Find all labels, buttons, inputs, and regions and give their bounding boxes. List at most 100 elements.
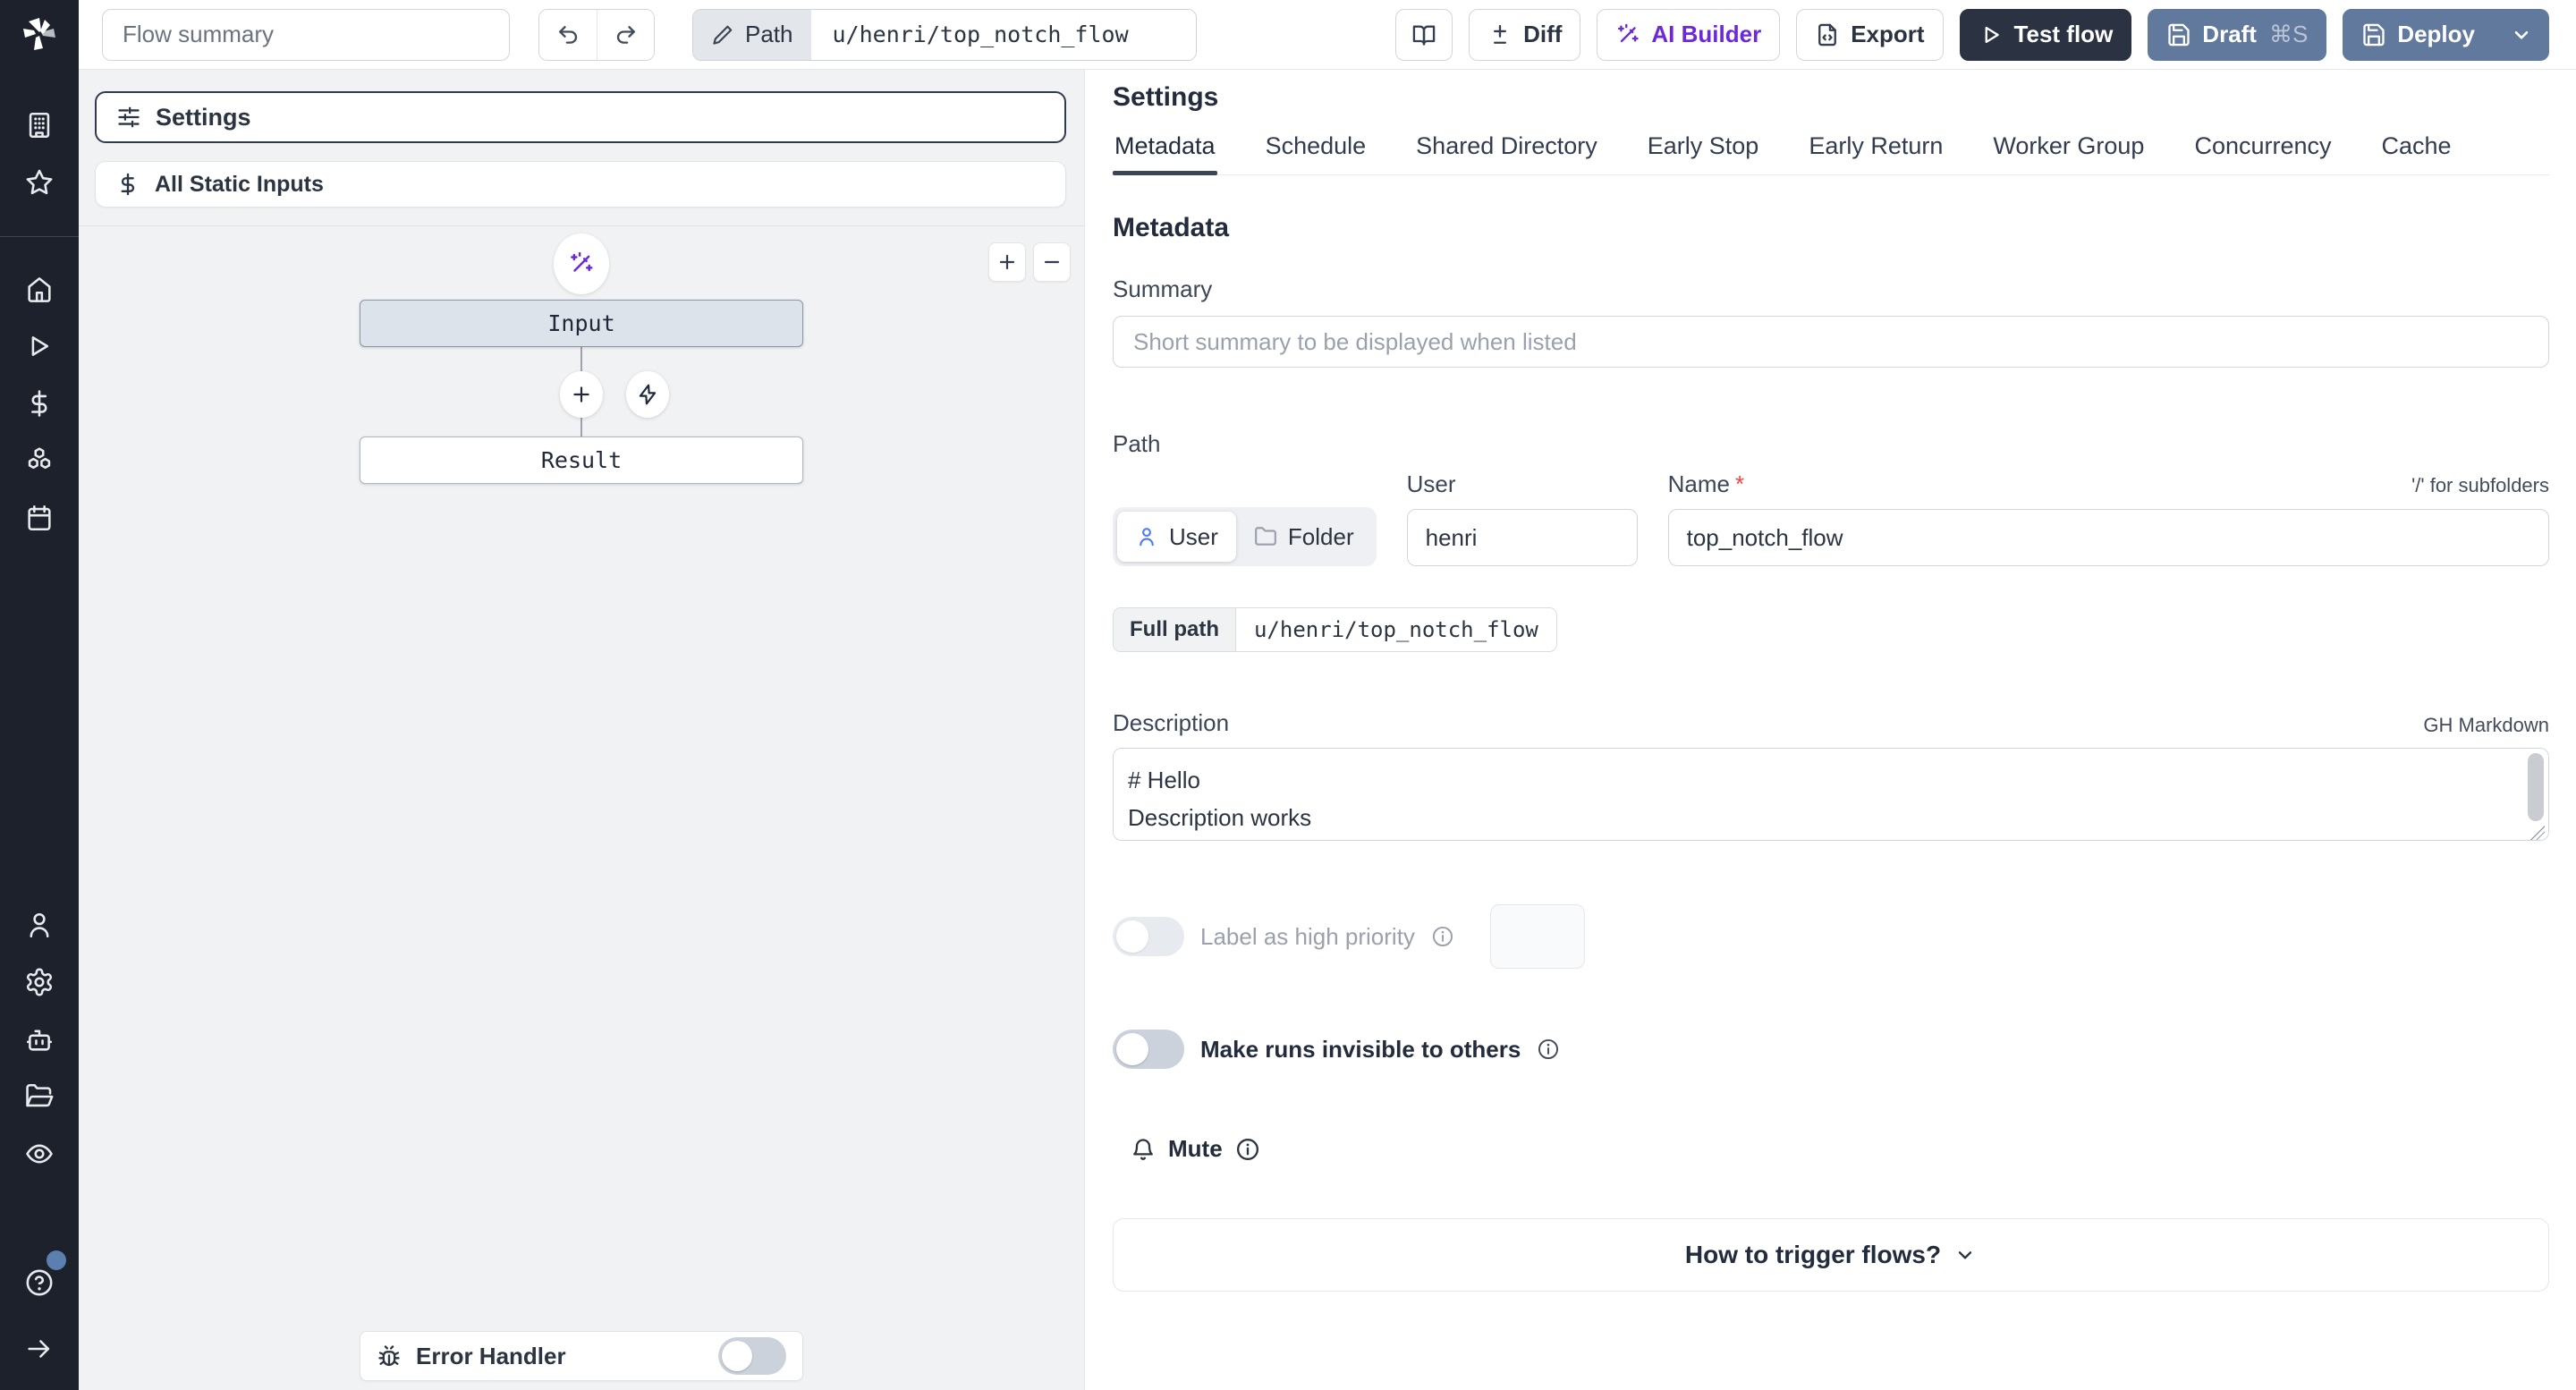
error-handler-card[interactable]: Error Handler — [360, 1331, 803, 1381]
chevron-down-icon — [1958, 1251, 1972, 1259]
docs-button[interactable] — [1395, 8, 1453, 61]
notification-dot — [47, 1250, 66, 1270]
diff-label: Diff — [1523, 21, 1563, 47]
sidebar-item-resources[interactable] — [14, 436, 64, 486]
path-button-label: Path — [745, 21, 793, 47]
flow-path-value[interactable]: u/henri/top_notch_flow — [810, 9, 1196, 60]
high-priority-toggle[interactable] — [1113, 917, 1184, 956]
tab-schedule[interactable]: Schedule — [1264, 132, 1368, 174]
windmill-logo-icon[interactable] — [18, 13, 61, 55]
draft-button[interactable]: Draft ⌘S — [2148, 8, 2327, 61]
zoom-out-button[interactable] — [1033, 242, 1071, 282]
flow-editor-panel: Settings All Static Inputs Input Result … — [79, 70, 1084, 1390]
sidebar-item-home[interactable] — [14, 264, 64, 314]
book-open-icon — [1412, 25, 1436, 46]
how-to-trigger-flows-button[interactable]: How to trigger flows? — [1113, 1218, 2549, 1292]
diff-button[interactable]: Diff — [1469, 8, 1581, 61]
metadata-heading: Metadata — [1113, 213, 1230, 242]
topbar: Path u/henri/top_notch_flow Diff — [79, 0, 2576, 70]
test-flow-button[interactable]: Test flow — [1959, 8, 2132, 61]
undo-icon — [559, 25, 578, 44]
tab-early-return[interactable]: Early Return — [1807, 132, 1945, 174]
owner-kind-user[interactable]: User — [1117, 512, 1236, 562]
sidebar-item-runs[interactable] — [14, 321, 64, 371]
summary-input[interactable] — [1113, 316, 2549, 368]
error-handler-toggle[interactable] — [718, 1337, 786, 1375]
ai-flow-builder-button[interactable] — [554, 233, 609, 294]
subfolder-hint: '/' for subfolders — [2411, 474, 2549, 496]
markdown-hint: GH Markdown — [2423, 714, 2549, 736]
sidebar-divider — [0, 236, 79, 237]
deploy-button[interactable]: Deploy — [2343, 8, 2494, 61]
info-icon[interactable] — [1431, 925, 1454, 948]
sidebar-item-schedules[interactable] — [14, 493, 64, 543]
export-button[interactable]: Export — [1796, 8, 1944, 61]
name-input[interactable] — [1667, 509, 2549, 566]
tab-early-stop[interactable]: Early Stop — [1646, 132, 1761, 174]
trigger-question-label: How to trigger flows? — [1684, 1241, 1942, 1268]
invisible-runs-toggle[interactable] — [1113, 1030, 1184, 1069]
user-icon — [1140, 528, 1154, 547]
flow-settings-card[interactable]: Settings — [95, 91, 1066, 143]
description-scrollbar[interactable] — [2528, 753, 2544, 821]
tab-shared-directory[interactable]: Shared Directory — [1414, 132, 1599, 174]
redo-button[interactable] — [597, 9, 654, 60]
deploy-options-button[interactable] — [2494, 8, 2549, 61]
dollar-icon — [31, 390, 47, 417]
minus-icon — [1044, 260, 1060, 264]
tab-concurrency[interactable]: Concurrency — [2192, 132, 2333, 174]
calendar-icon — [28, 504, 51, 531]
bug-icon — [378, 1345, 400, 1367]
zoom-in-button[interactable] — [988, 242, 1026, 282]
home-icon — [28, 277, 51, 302]
info-icon[interactable] — [1235, 1137, 1260, 1162]
sidebar-item-account[interactable] — [14, 900, 64, 950]
tab-worker-group[interactable]: Worker Group — [1991, 132, 2146, 174]
user-field-label: User — [1406, 470, 1456, 497]
ai-builder-button[interactable]: AI Builder — [1597, 8, 1781, 61]
path-label: Path — [1113, 430, 1161, 457]
input-node[interactable]: Input — [360, 300, 803, 347]
user-input[interactable] — [1406, 509, 1638, 566]
sidebar-item-favorites[interactable] — [14, 157, 64, 208]
result-node-label: Result — [540, 447, 623, 473]
undo-button[interactable] — [539, 9, 597, 60]
add-trigger-button[interactable] — [626, 371, 669, 418]
add-step-button[interactable] — [560, 371, 603, 418]
sidebar-expand-button[interactable] — [14, 1324, 64, 1374]
flow-canvas[interactable]: Input Result Error Handler — [79, 225, 1084, 1390]
sidebar-item-audit[interactable] — [14, 1129, 64, 1179]
sidebar-item-settings[interactable] — [14, 957, 64, 1007]
resize-handle[interactable] — [2530, 826, 2545, 840]
sidebar-item-workspace[interactable] — [14, 100, 64, 150]
draft-label: Draft — [2202, 21, 2257, 47]
info-icon[interactable] — [1537, 1038, 1560, 1061]
description-textarea[interactable]: # Hello Description works — [1113, 748, 2549, 841]
path-control: Path u/henri/top_notch_flow — [692, 8, 1197, 61]
tab-metadata[interactable]: Metadata — [1113, 132, 1217, 175]
wand-sparkles-icon — [1618, 23, 1640, 42]
sidebar-item-variables[interactable] — [14, 378, 64, 428]
sidebar-item-workers[interactable] — [14, 1014, 64, 1064]
result-node[interactable]: Result — [360, 436, 803, 484]
sidebar-item-folders[interactable] — [14, 1072, 64, 1122]
building-icon — [29, 112, 50, 139]
edit-path-button[interactable]: Path — [693, 9, 811, 60]
owner-kind-folder[interactable]: Folder — [1236, 512, 1372, 562]
owner-user-label: User — [1169, 522, 1218, 550]
app-sidebar — [0, 0, 79, 1390]
all-static-inputs-card[interactable]: All Static Inputs — [95, 161, 1066, 208]
name-field-label: Name * — [1667, 470, 1745, 497]
flow-summary-input[interactable] — [102, 8, 510, 61]
plus-icon — [999, 254, 1015, 270]
deploy-label: Deploy — [2397, 21, 2475, 47]
owner-kind-toggle: User Folder — [1113, 507, 1377, 566]
diff-icon — [1494, 24, 1507, 44]
required-asterisk: * — [1734, 470, 1745, 497]
test-flow-label: Test flow — [2013, 21, 2114, 47]
mute-row[interactable]: Mute — [1113, 1135, 2549, 1163]
tab-cache[interactable]: Cache — [2380, 132, 2453, 174]
plus-icon — [573, 386, 589, 403]
dollar-icon — [121, 173, 135, 196]
export-label: Export — [1851, 21, 1925, 47]
